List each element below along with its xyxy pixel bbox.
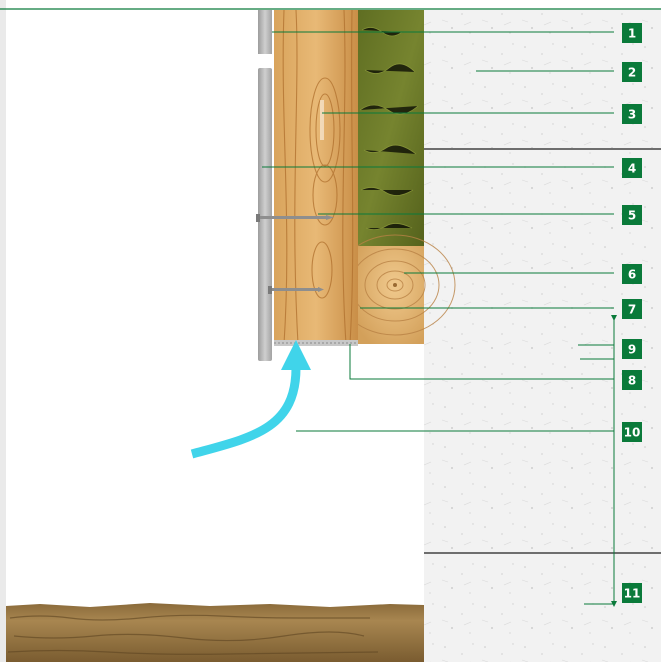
diagram-stage: 1 2 3 4 5 6 7 8 9 10 11 [0, 0, 661, 662]
mineral-wool-insulation [358, 10, 424, 246]
callout-number: 8 [628, 374, 636, 388]
callout-number: 1 [628, 27, 636, 41]
callout-badge-6: 6 [622, 264, 642, 284]
callout-number: 3 [628, 108, 636, 122]
callout-number: 4 [628, 162, 636, 176]
callout-badge-8: 8 [622, 370, 642, 390]
cross-section-diagram: 1 2 3 4 5 6 7 8 9 10 11 [0, 0, 661, 662]
callout-number: 11 [624, 587, 641, 601]
ground-soil [6, 603, 424, 662]
callout-badge-5: 5 [622, 205, 642, 225]
batten-knot [320, 100, 324, 140]
callout-badge-11: 11 [622, 583, 642, 603]
callout-number: 9 [628, 343, 636, 357]
callout-badge-4: 4 [622, 158, 642, 178]
airflow-arrow-shaft [190, 367, 301, 459]
cladding-panel-upper [258, 10, 272, 54]
cladding-panel-lower [258, 68, 272, 361]
callout-badge-7: 7 [622, 299, 642, 319]
callout-number: 2 [628, 66, 636, 80]
callout-badge-2: 2 [622, 62, 642, 82]
callout-number: 10 [624, 426, 641, 440]
callout-badge-1: 1 [622, 23, 642, 43]
callout-badge-3: 3 [622, 104, 642, 124]
callout-number: 6 [628, 268, 636, 282]
callout-badge-10: 10 [622, 422, 642, 442]
callout-number: 5 [628, 209, 636, 223]
end-grain-pith [393, 283, 397, 287]
callout-badge-9: 9 [622, 339, 642, 359]
left-margin-strip [0, 0, 6, 662]
callout-number: 7 [628, 303, 636, 317]
